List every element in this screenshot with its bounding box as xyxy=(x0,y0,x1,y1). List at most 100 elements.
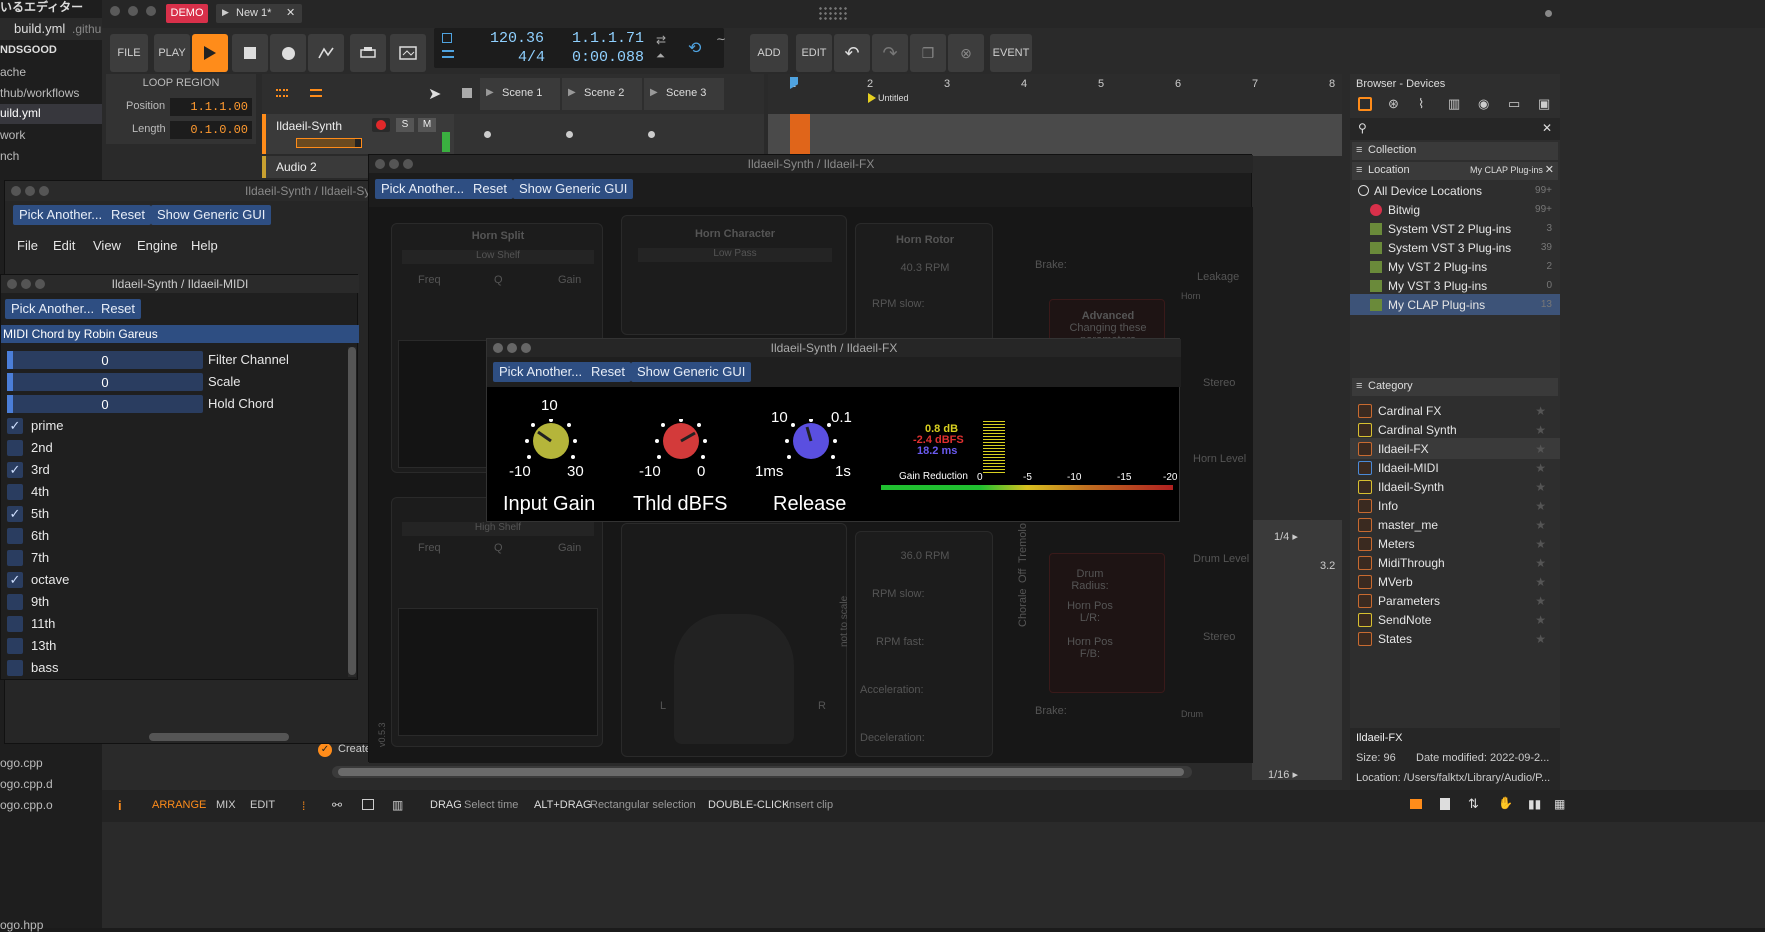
favorite-star-icon[interactable]: ★ xyxy=(1535,632,1546,646)
project-tab[interactable]: ▶ New 1* ✕ xyxy=(216,4,302,23)
device-item[interactable]: MidiThrough ★ xyxy=(1350,552,1560,573)
editor-item[interactable]: thub/workflows xyxy=(0,86,79,100)
interval-checkbox[interactable] xyxy=(7,550,23,566)
threshold-knob[interactable] xyxy=(653,419,709,469)
scrollbar-thumb[interactable] xyxy=(338,768,1184,776)
interval-checkbox[interactable]: ✓ xyxy=(7,572,23,588)
mix-tab[interactable]: MIX xyxy=(216,799,236,811)
mute-button[interactable]: M xyxy=(418,118,436,132)
location-header[interactable]: ≡ Location My CLAP Plug-ins ✕ xyxy=(1352,162,1558,180)
file-button[interactable]: FILE xyxy=(110,34,148,72)
favorite-star-icon[interactable]: ★ xyxy=(1535,518,1546,532)
undo-button[interactable]: ↶ xyxy=(834,34,870,72)
tempo-arrows-icon[interactable] xyxy=(442,50,454,58)
browser-search[interactable]: ⚲ ✕ xyxy=(1350,118,1560,140)
editor-file-item[interactable]: ogo.cpp.o xyxy=(0,798,53,812)
pick-another-button[interactable]: Pick Another... xyxy=(13,205,109,225)
editor-file-item[interactable]: ogo.hpp xyxy=(0,918,43,932)
position-field[interactable]: 1.1.1.00 xyxy=(170,98,252,116)
favorite-star-icon[interactable]: ★ xyxy=(1535,461,1546,475)
location-item[interactable]: System VST 2 Plug-ins 3 xyxy=(1350,218,1560,239)
show-generic-gui-button[interactable]: Show Generic GUI xyxy=(513,179,634,199)
device-item[interactable]: MVerb ★ xyxy=(1350,571,1560,592)
favorite-star-icon[interactable]: ★ xyxy=(1535,442,1546,456)
category-header[interactable]: ≡ Category xyxy=(1352,378,1558,396)
device-item[interactable]: Ildaeil-Synth ★ xyxy=(1350,476,1560,497)
arranger-clip[interactable] xyxy=(790,114,810,156)
meter-icon[interactable]: ▮▮ xyxy=(1528,797,1541,811)
favorite-star-icon[interactable]: ★ xyxy=(1535,613,1546,627)
device-item[interactable]: SendNote ★ xyxy=(1350,609,1560,630)
device-item[interactable]: Meters ★ xyxy=(1350,533,1560,554)
modulators-tab-icon[interactable]: ⌇ xyxy=(1418,96,1424,112)
minimize-window-button[interactable] xyxy=(25,186,35,196)
location-item[interactable]: All Device Locations 99+ xyxy=(1350,180,1560,201)
samples-tab-icon[interactable]: ◉ xyxy=(1478,96,1489,112)
close-window-button[interactable] xyxy=(11,186,21,196)
quantize-select[interactable]: 1/4 ▸ xyxy=(1274,530,1298,543)
interval-checkbox[interactable] xyxy=(7,616,23,632)
favorite-star-icon[interactable]: ★ xyxy=(1535,575,1546,589)
show-generic-gui-button[interactable]: Show Generic GUI xyxy=(631,362,752,382)
menu-help[interactable]: Help xyxy=(191,238,218,253)
arranger-scrollbar[interactable] xyxy=(332,766,1192,778)
play-button[interactable] xyxy=(192,34,228,72)
clear-location-icon[interactable]: ✕ xyxy=(1545,163,1554,176)
menu-engine[interactable]: Engine xyxy=(137,238,177,253)
quantize-select[interactable]: 1/16 ▸ xyxy=(1268,768,1298,781)
favorite-star-icon[interactable]: ★ xyxy=(1535,480,1546,494)
stop-button[interactable] xyxy=(232,34,268,72)
favorite-star-icon[interactable]: ★ xyxy=(1535,423,1546,437)
device-item[interactable]: Cardinal Synth ★ xyxy=(1350,419,1560,440)
play-menu-button[interactable]: PLAY xyxy=(154,34,190,72)
location-item[interactable]: Bitwig 99+ xyxy=(1350,199,1560,220)
time-display[interactable]: 0:00.088 xyxy=(572,49,644,66)
close-window-button[interactable] xyxy=(110,6,120,16)
editor-item[interactable]: uild.yml xyxy=(0,104,102,124)
punch-icon[interactable]: ⇄ xyxy=(656,33,666,47)
multisample-tab-icon[interactable]: ▥ xyxy=(1448,96,1460,112)
input-gain-knob[interactable] xyxy=(523,419,579,469)
zoom-window-button[interactable] xyxy=(146,6,156,16)
stop-all-button[interactable] xyxy=(462,88,472,98)
keyboard-icon[interactable]: ▦ xyxy=(1554,797,1565,811)
reset-button[interactable]: Reset xyxy=(105,205,151,225)
add-button[interactable]: ADD xyxy=(750,34,788,72)
delete-button[interactable]: ⊗ xyxy=(948,34,984,72)
param-scrollbar[interactable] xyxy=(348,347,356,677)
solo-button[interactable]: S xyxy=(396,118,414,132)
editor-file-item[interactable]: ogo.cpp.d xyxy=(0,777,53,791)
favorite-star-icon[interactable]: ★ xyxy=(1535,499,1546,513)
location-item[interactable]: My VST 2 Plug-ins 2 xyxy=(1350,256,1560,277)
automation-button[interactable] xyxy=(308,34,344,72)
drum-split-filter[interactable]: High Shelf xyxy=(402,522,594,536)
reset-button[interactable]: Reset xyxy=(95,299,141,319)
device-item[interactable]: master_me ★ xyxy=(1350,514,1560,535)
pick-another-button[interactable]: Pick Another... xyxy=(493,362,589,382)
filter-channel-slider[interactable]: 0 xyxy=(7,351,203,369)
loop-icon[interactable]: ⟲ xyxy=(688,38,701,58)
device-item[interactable]: Parameters ★ xyxy=(1350,590,1560,611)
reset-button[interactable]: Reset xyxy=(585,362,631,382)
show-generic-gui-button[interactable]: Show Generic GUI xyxy=(151,205,272,225)
scrollbar-thumb[interactable] xyxy=(348,347,356,675)
favorite-star-icon[interactable]: ★ xyxy=(1535,556,1546,570)
editor-item[interactable]: nch xyxy=(0,149,19,163)
track-volume-slider[interactable] xyxy=(296,138,362,148)
clear-search-icon[interactable]: ✕ xyxy=(1542,121,1552,135)
panel-icon[interactable] xyxy=(362,799,374,810)
edit-tab[interactable]: EDIT xyxy=(250,799,275,811)
editor-item[interactable]: ache xyxy=(0,65,26,79)
editor-file-item[interactable]: ogo.cpp xyxy=(0,756,43,770)
tempo-value[interactable]: 120.36 xyxy=(490,30,544,47)
horn-split-filter[interactable]: Low Shelf xyxy=(402,250,594,264)
arrange-tab[interactable]: ARRANGE xyxy=(152,799,206,811)
print-button[interactable] xyxy=(350,34,386,72)
create-checkbox-row[interactable]: ✓ Create xyxy=(314,742,374,760)
clip-slot-dot[interactable] xyxy=(648,131,655,138)
record-button[interactable] xyxy=(270,34,306,72)
interval-checkbox[interactable]: ✓ xyxy=(7,506,23,522)
link-icon[interactable]: ⚯ xyxy=(332,798,342,812)
copy-button[interactable]: ❐ xyxy=(910,34,946,72)
length-field[interactable]: 0.1.0.00 xyxy=(170,121,252,139)
